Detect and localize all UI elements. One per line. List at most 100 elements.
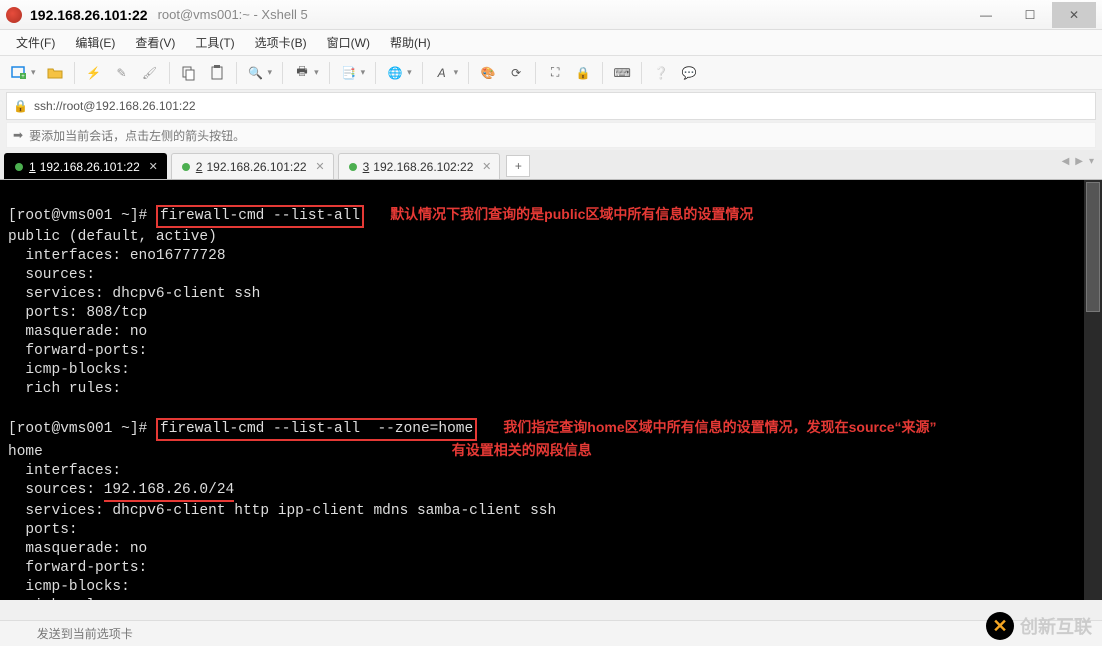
menu-edit[interactable]: 编辑(E) (67, 31, 123, 54)
terminal-output: forward-ports: (8, 560, 147, 576)
open-button[interactable] (42, 60, 68, 86)
terminal-output: sources: (8, 267, 95, 283)
terminal-output: masquerade: no (8, 324, 147, 340)
statusbar: ____ 发送到当前选项卡 (0, 620, 1102, 646)
terminal-output: ports: (8, 522, 78, 538)
menu-help[interactable]: 帮助(H) (382, 31, 439, 54)
terminal-output: services: dhcpv6-client http ipp-client … (8, 503, 556, 519)
tab-label: 192.168.26.101:22 (206, 160, 306, 174)
paste-button[interactable] (204, 60, 230, 86)
tab-label: 192.168.26.101:22 (40, 160, 140, 174)
annotation-text: 有设置相关的网段信息 (452, 442, 592, 458)
highlighted-command: firewall-cmd --list-all --zone=home (156, 418, 477, 441)
terminal-output: public (default, active) (8, 229, 217, 245)
transfer-button[interactable]: 📑 (336, 60, 362, 86)
session-tab-2[interactable]: 2 192.168.26.101:22 ✕ (171, 153, 334, 179)
svg-text:+: + (21, 74, 25, 80)
status-dot-icon (15, 163, 23, 171)
dropdown-icon[interactable]: ▾ (407, 67, 412, 78)
addressbar[interactable]: 🔒 ssh://root@192.168.26.101:22 (6, 92, 1096, 120)
font-button[interactable]: A (429, 60, 455, 86)
reconnect-button[interactable]: ⚡ (81, 60, 107, 86)
terminal-scrollbar[interactable] (1084, 180, 1102, 600)
fullscreen-button[interactable]: ⛶ (542, 60, 568, 86)
menu-tools[interactable]: 工具(T) (187, 31, 242, 54)
properties-button[interactable]: 🖌 (137, 60, 163, 86)
tab-close-icon[interactable]: ✕ (482, 160, 491, 173)
tab-close-icon[interactable]: ✕ (149, 160, 158, 173)
dropdown-icon[interactable]: ▾ (314, 67, 319, 78)
disconnect-button[interactable]: ✎ (109, 60, 135, 86)
toolbar: + ▾ ⚡ ✎ 🖌 🔍 ▾ 🖶 ▾ 📑 ▾ 🌐 ▾ A ▾ 🎨 ⟳ ⛶ 🔒 ⌨ … (0, 56, 1102, 90)
print-button[interactable]: 🖶 (289, 60, 315, 86)
tab-close-icon[interactable]: ✕ (315, 160, 324, 173)
annotation-text: 默认情况下我们查询的是public区域中所有信息的设置情况 (390, 206, 753, 222)
terminal-output: rich rules: (8, 381, 121, 397)
annotation-text: 我们指定查询home区域中所有信息的设置情况，发现在source“来源” (503, 419, 936, 435)
hint-text: 要添加当前会话，点击左侧的箭头按钮。 (29, 127, 245, 144)
new-session-button[interactable]: + (6, 60, 32, 86)
window-titlebar: 192.168.26.101:22 root@vms001:~ - Xshell… (0, 0, 1102, 30)
scrollbar-thumb[interactable] (1086, 182, 1100, 312)
watermark-text: 创新互联 (1020, 613, 1092, 639)
maximize-button[interactable]: ☐ (1008, 2, 1052, 28)
terminal-output: services: dhcpv6-client ssh (8, 286, 260, 302)
terminal-output: home (8, 444, 43, 460)
dropdown-icon[interactable]: ▾ (31, 67, 36, 78)
terminal-output: rich rules: (8, 598, 121, 600)
window-controls: — ☐ ✕ (964, 2, 1096, 28)
copy-button[interactable] (176, 60, 202, 86)
title-main: 192.168.26.101:22 (30, 7, 148, 23)
watermark: ✕ 创新互联 (986, 612, 1092, 640)
highlighted-text: 192.168.26.0/24 (104, 481, 235, 502)
watermark-icon: ✕ (986, 612, 1014, 640)
dropdown-icon[interactable]: ▾ (361, 67, 366, 78)
arrow-icon[interactable]: ➡ (13, 128, 23, 142)
app-icon (6, 7, 22, 23)
status-dot-icon (182, 163, 190, 171)
terminal-output: interfaces: eno16777728 (8, 248, 226, 264)
address-text: ssh://root@192.168.26.101:22 (34, 99, 196, 113)
prompt: [root@vms001 ~]# (8, 421, 147, 437)
tab-scroll-buttons[interactable]: ◀▶▾ (1062, 156, 1094, 167)
tab-label: 192.168.26.102:22 (373, 160, 473, 174)
tab-number: 3 (363, 160, 370, 174)
status-dot-icon (349, 163, 357, 171)
session-tab-3[interactable]: 3 192.168.26.102:22 ✕ (338, 153, 501, 179)
highlighted-command: firewall-cmd --list-all (156, 205, 364, 228)
close-button[interactable]: ✕ (1052, 2, 1096, 28)
terminal-output: interfaces: (8, 463, 121, 479)
menubar: 文件(F) 编辑(E) 查看(V) 工具(T) 选项卡(B) 窗口(W) 帮助(… (0, 30, 1102, 56)
title-sub: root@vms001:~ - Xshell 5 (158, 7, 308, 22)
refresh-button[interactable]: ⟳ (503, 60, 529, 86)
dropdown-icon[interactable]: ▾ (268, 67, 273, 78)
chat-button[interactable]: 💬 (676, 60, 702, 86)
find-button[interactable]: 🔍 (243, 60, 269, 86)
terminal-output: ports: 808/tcp (8, 305, 147, 321)
hint-bar: ➡ 要添加当前会话，点击左侧的箭头按钮。 (6, 122, 1096, 148)
tab-number: 1 (29, 160, 36, 174)
lock-button[interactable]: 🔒 (570, 60, 596, 86)
menu-tabs[interactable]: 选项卡(B) (247, 31, 315, 54)
terminal-output: masquerade: no (8, 541, 147, 557)
new-tab-button[interactable]: + (506, 155, 530, 177)
menu-view[interactable]: 查看(V) (127, 31, 183, 54)
prompt: [root@vms001 ~]# (8, 208, 147, 224)
menu-window[interactable]: 窗口(W) (319, 31, 378, 54)
tabstrip: 1 192.168.26.101:22 ✕ 2 192.168.26.101:2… (0, 150, 1102, 180)
help-button[interactable]: ❔ (648, 60, 674, 86)
keyboard-button[interactable]: ⌨ (609, 60, 635, 86)
tab-number: 2 (196, 160, 203, 174)
status-text: 发送到当前选项卡 (37, 625, 133, 642)
terminal-output: icmp-blocks: (8, 362, 130, 378)
globe-button[interactable]: 🌐 (382, 60, 408, 86)
menu-file[interactable]: 文件(F) (8, 31, 63, 54)
terminal-pane[interactable]: [root@vms001 ~]# firewall-cmd --list-all… (0, 180, 1102, 600)
session-tab-1[interactable]: 1 192.168.26.101:22 ✕ (4, 153, 167, 179)
lock-icon: 🔒 (13, 99, 28, 113)
minimize-button[interactable]: — (964, 2, 1008, 28)
terminal-output: sources: 192.168.26.0/24 (8, 482, 234, 498)
color-button[interactable]: 🎨 (475, 60, 501, 86)
dropdown-icon[interactable]: ▾ (454, 67, 459, 78)
terminal-output: forward-ports: (8, 343, 147, 359)
